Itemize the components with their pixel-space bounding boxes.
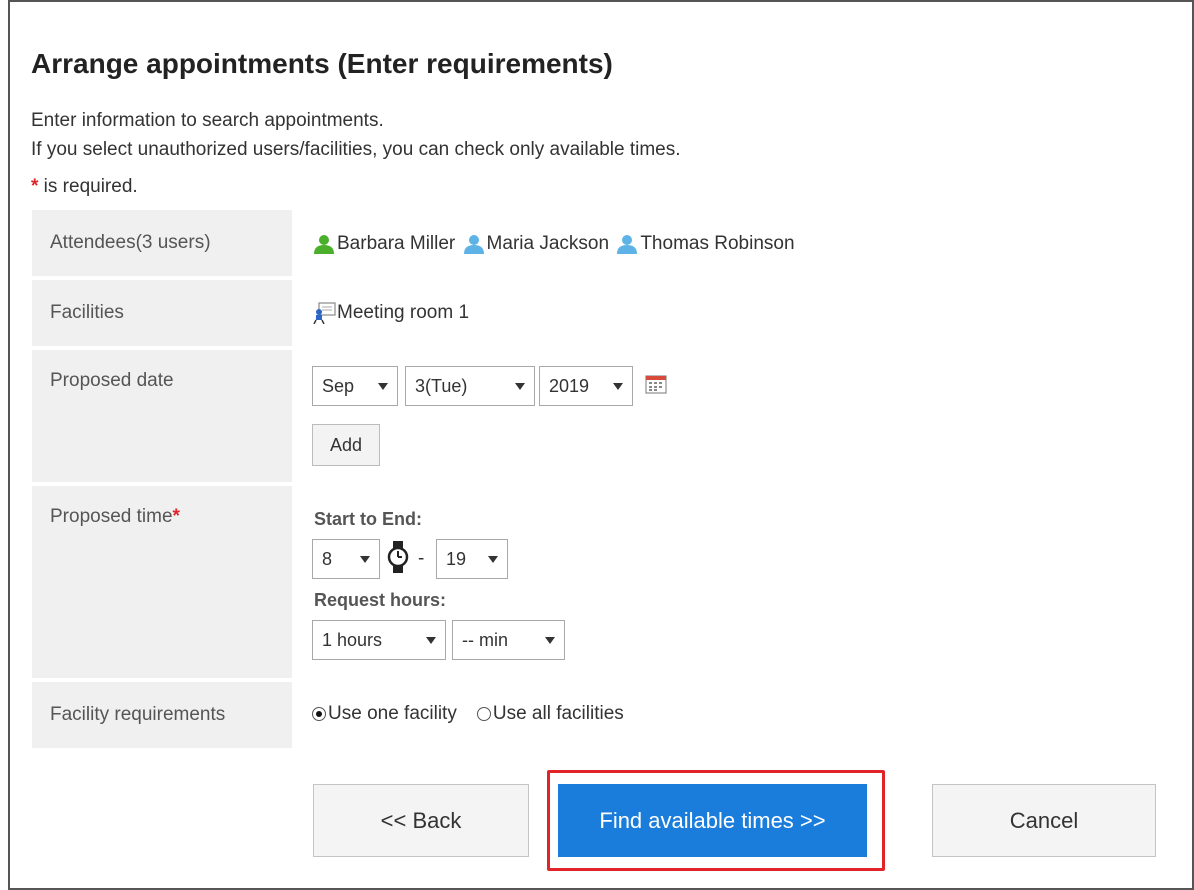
radio-unselected-icon — [476, 707, 491, 721]
chevron-down-icon — [545, 637, 555, 644]
description-line-1: Enter information to search appointments… — [31, 110, 384, 131]
radio-label: Use one facility — [328, 703, 457, 724]
minutes-select[interactable]: -- min — [452, 620, 565, 660]
calendar-icon[interactable] — [645, 374, 667, 394]
attendee-maria-jackson[interactable]: Maria Jackson — [463, 233, 610, 255]
time-range-separator: - — [418, 548, 425, 569]
user-icon — [617, 235, 638, 254]
user-icon — [463, 235, 484, 254]
clock-icon[interactable] — [387, 540, 409, 574]
facility-item[interactable]: Meeting room 1 — [313, 302, 469, 324]
minutes-value: -- min — [462, 629, 508, 650]
facilities-label: Facilities — [32, 280, 292, 346]
attendee-name: Maria Jackson — [486, 233, 610, 254]
attendee-name: Thomas Robinson — [640, 233, 795, 254]
chevron-down-icon — [360, 556, 370, 563]
required-note-text: is required. — [38, 176, 138, 197]
proposed-time-label: Proposed time* — [32, 486, 292, 678]
cancel-button[interactable]: Cancel — [932, 784, 1156, 857]
required-note: * is required. — [31, 176, 138, 198]
add-date-button[interactable]: Add — [312, 424, 380, 466]
request-hours-label: Request hours: — [314, 590, 447, 610]
radio-selected-icon — [312, 707, 326, 721]
start-to-end-label: Start to End: — [314, 509, 422, 529]
hours-value: 1 hours — [322, 629, 383, 650]
chevron-down-icon — [378, 383, 388, 390]
attendees-label: Attendees(3 users) — [32, 210, 292, 276]
chevron-down-icon — [613, 383, 623, 390]
hours-select[interactable]: 1 hours — [312, 620, 446, 660]
attendees-list: Barbara Miller Maria Jackson Thomas Robi… — [313, 233, 797, 260]
description-line-2: If you select unauthorized users/facilit… — [31, 139, 681, 160]
day-value: 3(Tue) — [415, 375, 468, 396]
page-title: Arrange appointments (Enter requirements… — [31, 48, 613, 79]
day-select[interactable]: 3(Tue) — [405, 366, 535, 406]
month-select[interactable]: Sep — [312, 366, 398, 406]
chevron-down-icon — [515, 383, 525, 390]
proposed-date-label: Proposed date — [32, 350, 292, 482]
radio-use-one-facility[interactable]: Use one facility — [312, 703, 457, 725]
chevron-down-icon — [488, 556, 498, 563]
back-button[interactable]: << Back — [313, 784, 529, 857]
facility-icon — [313, 302, 336, 324]
facility-requirements-label: Facility requirements — [32, 682, 292, 748]
attendee-name: Barbara Miller — [337, 233, 456, 254]
proposed-time-label-text: Proposed time — [50, 506, 173, 527]
end-hour-select[interactable]: 19 — [436, 539, 508, 579]
chevron-down-icon — [426, 637, 436, 644]
end-hour-value: 19 — [446, 548, 467, 569]
radio-label: Use all facilities — [492, 703, 624, 724]
facility-requirements-options: Use one facility Use all facilities — [312, 703, 624, 725]
year-select[interactable]: 2019 — [539, 366, 633, 406]
user-icon — [314, 235, 334, 254]
start-hour-value: 8 — [322, 548, 333, 569]
facility-name: Meeting room 1 — [337, 302, 470, 323]
attendee-barbara-miller[interactable]: Barbara Miller — [313, 233, 455, 255]
year-value: 2019 — [549, 375, 590, 396]
radio-use-all-facilities[interactable]: Use all facilities — [476, 703, 624, 725]
required-star: * — [172, 506, 180, 527]
find-available-times-button[interactable]: Find available times >> — [558, 784, 867, 857]
month-value: Sep — [322, 375, 355, 396]
attendee-thomas-robinson[interactable]: Thomas Robinson — [616, 233, 795, 255]
start-hour-select[interactable]: 8 — [312, 539, 380, 579]
